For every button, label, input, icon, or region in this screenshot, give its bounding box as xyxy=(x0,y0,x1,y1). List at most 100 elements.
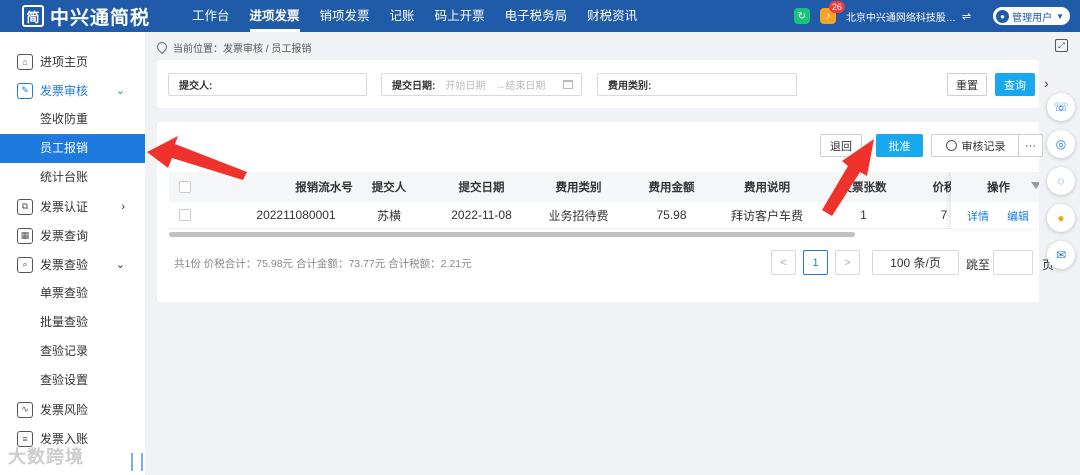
fullscreen-icon[interactable]: ⤢ xyxy=(1055,39,1068,52)
operation-column: 操作 详情 编辑 xyxy=(951,172,1039,229)
sidebar-item-check-records[interactable]: 查验记录 xyxy=(0,337,145,366)
date-label: 提交日期: xyxy=(392,81,436,92)
submitter-field[interactable]: 提交人: xyxy=(168,73,367,96)
nav-bookkeeping[interactable]: 记账 xyxy=(380,0,425,32)
col-submitter: 提交人 xyxy=(371,182,407,194)
sidebar-item-label: 发票查询 xyxy=(40,229,89,243)
sidebar-item-label: 发票审核 xyxy=(40,84,89,98)
nav-output-invoice[interactable]: 销项发票 xyxy=(310,0,380,32)
row-operations: 详情 编辑 xyxy=(951,202,1039,229)
collapse-sidebar-handle[interactable] xyxy=(131,453,143,471)
watermark-text: 大数跨境 xyxy=(8,447,84,467)
review-history-button[interactable]: 审核记录 xyxy=(931,134,1019,157)
sidebar-item-invoice-query[interactable]: ▦ 发票查询 xyxy=(0,221,145,250)
edit-link[interactable]: 编辑 xyxy=(1007,208,1029,224)
nav-tax-news[interactable]: 财税资讯 xyxy=(577,0,647,32)
company-name[interactable]: 北京中兴通网络科技股… xyxy=(846,9,956,24)
filter-panel: 提交人: 提交日期: 开始日期 →结束日期 费用类别: 重置 查询 xyxy=(157,60,1039,108)
nav-workbench[interactable]: 工作台 xyxy=(182,0,240,32)
wechat-icon[interactable]: ✉ xyxy=(1047,241,1075,269)
sidebar-group-invoice-auth[interactable]: ⧉ 发票认证 › xyxy=(0,192,145,221)
page-1-button[interactable]: 1 xyxy=(803,250,828,275)
sidebar-item-label: 进项主页 xyxy=(40,55,89,69)
jump-label: 跳至 xyxy=(966,258,991,272)
sidebar-item-statistics-ledger[interactable]: 统计台账 xyxy=(0,163,145,192)
clock-icon xyxy=(945,140,957,151)
home-icon: ⌂ xyxy=(17,53,33,70)
search-doc-icon: ⌕ xyxy=(17,256,33,273)
select-all-checkbox[interactable] xyxy=(179,172,191,202)
sidebar-item-check-settings[interactable]: 查验设置 xyxy=(0,366,145,395)
switch-company-icon[interactable]: ⇌ xyxy=(962,10,971,23)
operation-header: 操作 xyxy=(987,182,1010,194)
sidebar-item-home[interactable]: ⌂ 进项主页 xyxy=(0,47,145,76)
detail-link[interactable]: 详情 xyxy=(967,208,989,224)
nav-input-invoice[interactable]: 进项发票 xyxy=(240,0,310,32)
sidebar-group-invoice-review[interactable]: ✎ 发票审核 ⌄ xyxy=(0,76,145,105)
sidebar: ⌂ 进项主页 ✎ 发票审核 ⌄ 签收防重 员工报销 统计台账 ⧉ 发票认证 › … xyxy=(0,32,145,475)
pulse-icon: ∿ xyxy=(17,401,33,418)
reset-button[interactable]: 重置 xyxy=(947,73,987,96)
nav-code-invoicing[interactable]: 码上开票 xyxy=(425,0,495,32)
jump-page-input[interactable] xyxy=(993,250,1033,275)
cell-expense-type: 业务招待费 xyxy=(548,208,609,223)
prev-page-button[interactable]: < xyxy=(771,250,796,275)
expense-type-label: 费用类别: xyxy=(608,81,652,92)
next-page-button[interactable]: > xyxy=(835,250,860,275)
sidebar-item-single-check[interactable]: 单票查验 xyxy=(0,279,145,308)
watermark: 大数跨境 xyxy=(8,443,84,469)
edit-icon: ✎ xyxy=(17,82,33,99)
bell-glyph: ♪ xyxy=(825,10,831,22)
table-row[interactable]: 202211080001 苏横 2022-11-08 业务招待费 75.98 拜… xyxy=(169,202,1039,229)
col-expense-type: 费用类别 xyxy=(555,182,602,194)
reimbursement-table: 报销流水号 提交人 提交日期 费用类别 费用金额 费用说明 发票张数 价税 20… xyxy=(169,172,1039,234)
chevron-right-icon[interactable]: › xyxy=(1044,75,1049,91)
page-size-select[interactable]: 100 条/页 xyxy=(872,250,959,275)
sidebar-item-invoice-risk[interactable]: ∿ 发票风险 xyxy=(0,395,145,424)
headset-icon[interactable]: ◎ xyxy=(1047,130,1075,158)
user-menu[interactable]: ● 管理用户 ▼ xyxy=(993,7,1070,25)
sidebar-item-sign-dedupe[interactable]: 签收防重 xyxy=(0,105,145,134)
cell-invoice-count: 1 xyxy=(860,208,867,222)
col-expense-description: 费用说明 xyxy=(744,182,790,194)
review-history-label: 审核记录 xyxy=(961,140,1006,153)
breadcrumb-path: 发票审核 / 员工报销 xyxy=(223,43,312,55)
col-submit-date: 提交日期 xyxy=(458,182,505,194)
location-pin-icon xyxy=(154,39,170,55)
cell-expense-amount: 75.98 xyxy=(656,208,687,222)
sidebar-item-label: 发票查验 xyxy=(40,258,89,272)
phone-icon[interactable]: ☏ xyxy=(1047,93,1075,121)
user-avatar-icon: ● xyxy=(996,9,1010,23)
logo-icon: 简 xyxy=(22,5,44,27)
expense-type-field[interactable]: 费用类别: xyxy=(597,73,797,96)
breadcrumb: 当前位置： 发票审核 / 员工报销 xyxy=(154,39,312,55)
submit-date-range[interactable]: 提交日期: 开始日期 →结束日期 xyxy=(381,73,582,96)
more-actions-button[interactable]: ··· xyxy=(1018,134,1043,157)
horizontal-scrollbar[interactable] xyxy=(169,232,855,237)
sidebar-item-employee-reimbursement[interactable]: 员工报销 xyxy=(0,134,145,163)
nav-e-tax-bureau[interactable]: 电子税务局 xyxy=(495,0,578,32)
reimbursement-panel: 退回 批准 审核记录 ··· 报销流水号 提交人 提交日期 费用类别 费用金额 … xyxy=(157,122,1054,302)
sidebar-item-label: 发票认证 xyxy=(40,200,89,214)
row-checkbox[interactable] xyxy=(179,202,191,228)
app-logo[interactable]: 简 中兴通简税 xyxy=(0,3,170,30)
refresh-icon[interactable]: ↻ xyxy=(793,8,810,24)
chat-icon[interactable]: ◌ xyxy=(1047,167,1075,195)
floating-toolbar: ☏ ◎ ◌ ● ✉ xyxy=(1047,93,1080,278)
end-date-placeholder: →结束日期 xyxy=(495,81,546,92)
sidebar-item-batch-check[interactable]: 批量查验 xyxy=(0,308,145,337)
chevron-down-icon: ⌄ xyxy=(115,259,125,271)
notification-badge: 26 xyxy=(828,1,845,13)
return-button[interactable]: 退回 xyxy=(820,134,862,157)
filter-icon[interactable] xyxy=(1031,182,1039,189)
coin-icon[interactable]: ● xyxy=(1047,204,1075,232)
main-nav: 工作台 进项发票 销项发票 记账 码上开票 电子税务局 财税资讯 xyxy=(182,0,647,32)
approve-button[interactable]: 批准 xyxy=(876,134,923,157)
notification-bell-icon[interactable]: ♪ 26 xyxy=(819,1,845,24)
cell-serial-number: 202211080001 xyxy=(256,208,336,222)
calendar-icon xyxy=(563,80,573,89)
cell-expense-description: 拜访客户车费 xyxy=(730,208,803,223)
search-button[interactable]: 查询 xyxy=(995,73,1035,96)
user-name: 管理用户 xyxy=(1012,12,1053,24)
sidebar-group-invoice-check[interactable]: ⌕ 发票查验 ⌄ xyxy=(0,250,145,279)
